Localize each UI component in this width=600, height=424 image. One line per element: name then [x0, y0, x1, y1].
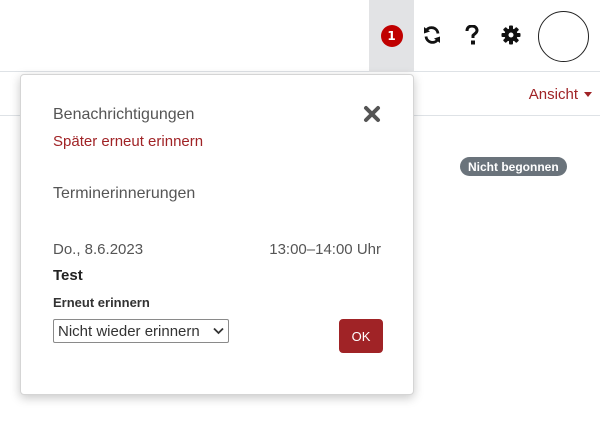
caret-down-icon — [584, 92, 592, 97]
remind-select-value: Nicht wieder erinnern — [58, 322, 200, 340]
snooze-link[interactable]: Später erneut erinnern — [53, 133, 203, 150]
notifications-popover: Benachrichtigungen Später erneut erinner… — [20, 74, 414, 395]
section-title: Terminerinnerungen — [53, 185, 196, 202]
close-icon[interactable] — [363, 105, 381, 123]
question-icon[interactable] — [458, 20, 486, 50]
view-menu-link[interactable]: Ansicht — [529, 86, 592, 103]
notifications-button[interactable]: 1 — [369, 0, 414, 72]
gear-icon[interactable] — [497, 20, 525, 50]
view-menu-label: Ansicht — [528, 86, 578, 103]
notification-count-badge: 1 — [380, 25, 403, 47]
remind-again-label: Erneut erinnern — [53, 295, 150, 310]
popover-title: Benachrichtigungen — [53, 106, 195, 123]
remind-again-select[interactable]: Nicht wieder erinnern — [53, 319, 229, 343]
event-name: Test — [53, 267, 83, 284]
event-time: 13:00–14:00 Uhr — [269, 241, 381, 258]
sync-icon[interactable] — [418, 20, 446, 50]
ok-button[interactable]: OK — [339, 319, 383, 353]
top-navbar: 1 — [0, 0, 600, 72]
user-avatar[interactable] — [538, 11, 589, 62]
event-date: Do., 8.6.2023 — [53, 241, 144, 258]
chevron-down-icon — [213, 327, 224, 335]
status-badge: Nicht begonnen — [460, 157, 567, 176]
